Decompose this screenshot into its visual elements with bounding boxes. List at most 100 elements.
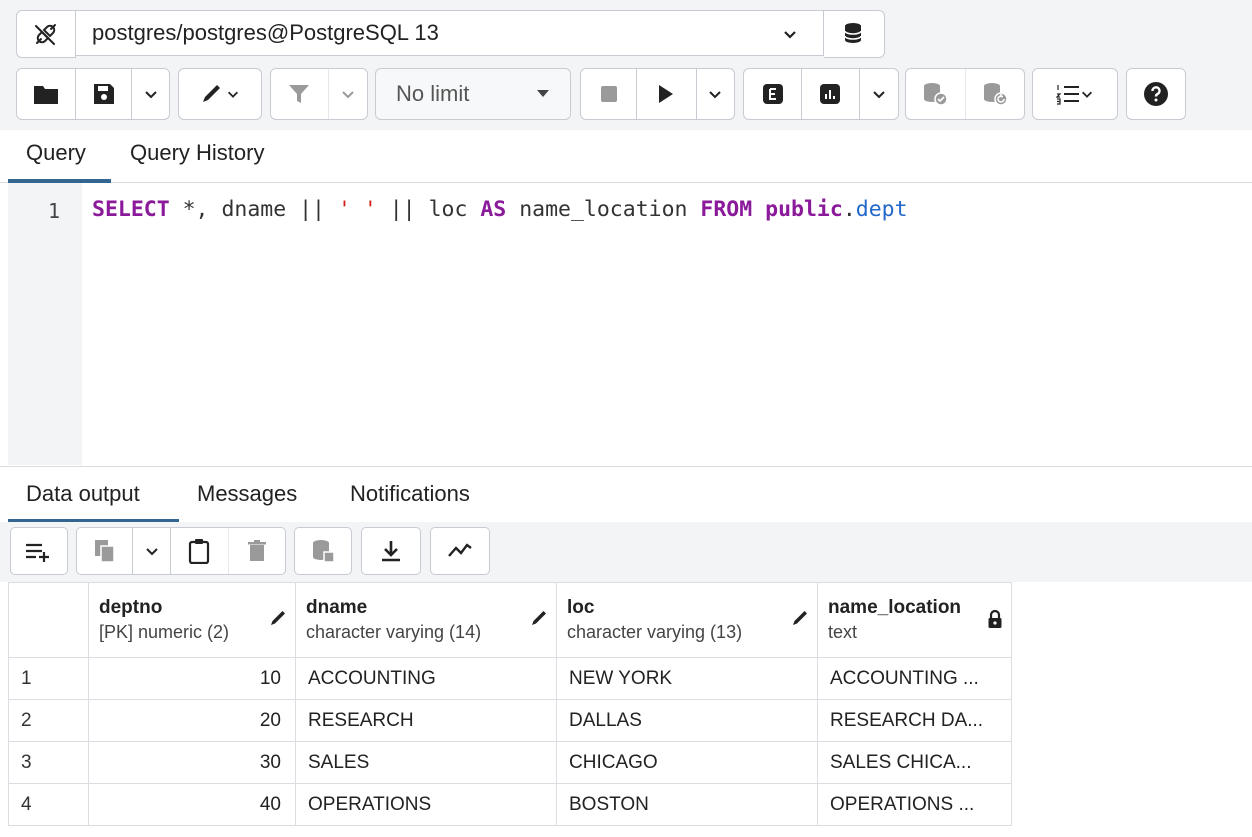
cell-deptno[interactable]: 20 bbox=[88, 699, 296, 742]
keyword-as: AS bbox=[480, 197, 507, 222]
tab-query[interactable]: Query bbox=[26, 140, 86, 166]
save-icon bbox=[93, 84, 114, 104]
help-icon bbox=[1144, 82, 1168, 106]
edit-button-group bbox=[178, 68, 262, 120]
grid-header-row: deptno [PK] numeric (2) dname character … bbox=[8, 582, 1012, 658]
cell-name-location[interactable]: ACCOUNTING ... bbox=[817, 657, 1012, 700]
delete-row-button[interactable] bbox=[227, 528, 285, 574]
execute-button[interactable] bbox=[636, 69, 695, 119]
cell-dname[interactable]: OPERATIONS bbox=[295, 783, 557, 826]
chevron-down-icon bbox=[146, 548, 158, 556]
tab-notifications[interactable]: Notifications bbox=[350, 481, 470, 507]
connection-select[interactable]: postgres/postgres@PostgreSQL 13 bbox=[76, 10, 824, 56]
commit-button[interactable] bbox=[906, 69, 965, 119]
column-header-loc[interactable]: loc character varying (13) bbox=[556, 582, 818, 658]
copy-paste-group bbox=[76, 527, 286, 575]
add-row-button[interactable] bbox=[10, 527, 68, 575]
column-header-deptno[interactable]: deptno [PK] numeric (2) bbox=[88, 582, 296, 658]
explain-analyze-button[interactable] bbox=[801, 69, 858, 119]
add-row-icon bbox=[26, 543, 49, 562]
help-button[interactable] bbox=[1127, 69, 1185, 119]
query-tabs: Query Query History bbox=[0, 130, 1252, 183]
cell-dname[interactable]: SALES bbox=[295, 741, 557, 784]
results-grid: deptno [PK] numeric (2) dname character … bbox=[8, 582, 1012, 826]
macros-menu-button[interactable] bbox=[1033, 69, 1117, 119]
new-connection-button[interactable] bbox=[824, 10, 885, 58]
connection-bar: postgres/postgres@PostgreSQL 13 bbox=[16, 10, 885, 58]
cell-loc[interactable]: CHICAGO bbox=[556, 741, 818, 784]
graph-visualiser-button[interactable] bbox=[430, 527, 490, 575]
disconnected-plug-icon bbox=[35, 24, 56, 45]
save-options-dropdown[interactable] bbox=[131, 69, 169, 119]
stop-button[interactable] bbox=[581, 69, 636, 119]
explain-icon bbox=[762, 84, 783, 104]
cell-name-location[interactable]: OPERATIONS ... bbox=[817, 783, 1012, 826]
row-number: 1 bbox=[8, 657, 89, 700]
cell-deptno[interactable]: 40 bbox=[88, 783, 296, 826]
cell-deptno[interactable]: 30 bbox=[88, 741, 296, 784]
clipboard-icon bbox=[189, 539, 210, 564]
add-row-icon-wrap bbox=[11, 528, 67, 574]
cell-loc[interactable]: BOSTON bbox=[556, 783, 818, 826]
column-header-dname[interactable]: dname character varying (14) bbox=[295, 582, 557, 658]
connection-status-button[interactable] bbox=[16, 10, 76, 58]
explain-options-dropdown[interactable] bbox=[858, 69, 899, 119]
download-button[interactable] bbox=[361, 527, 421, 575]
cell-dname[interactable]: RESEARCH bbox=[295, 699, 557, 742]
pencil-icon bbox=[271, 611, 285, 625]
row-limit-select[interactable]: No limit bbox=[375, 68, 571, 120]
data-output-toolbar bbox=[0, 522, 1252, 582]
line-chart-icon bbox=[448, 543, 472, 557]
save-file-button[interactable] bbox=[75, 69, 131, 119]
row-number: 4 bbox=[8, 783, 89, 826]
tab-data-output[interactable]: Data output bbox=[26, 481, 140, 507]
schema-name: public bbox=[765, 197, 843, 222]
cell-loc[interactable]: NEW YORK bbox=[556, 657, 818, 700]
code-text: || loc bbox=[376, 197, 481, 222]
paste-button[interactable] bbox=[170, 528, 227, 574]
copy-button[interactable] bbox=[77, 528, 132, 574]
rollback-button[interactable] bbox=[964, 69, 1024, 119]
database-rollback-icon bbox=[983, 83, 1008, 106]
tab-query-history[interactable]: Query History bbox=[130, 140, 264, 166]
table-row[interactable]: 2 20 RESEARCH DALLAS RESEARCH DA... bbox=[8, 699, 1012, 742]
open-file-button[interactable] bbox=[17, 69, 75, 119]
save-data-button[interactable] bbox=[294, 527, 352, 575]
cell-name-location[interactable]: SALES CHICA... bbox=[817, 741, 1012, 784]
cell-deptno[interactable]: 10 bbox=[88, 657, 296, 700]
execute-button-group bbox=[580, 68, 735, 120]
column-type: text bbox=[828, 622, 858, 642]
cell-loc[interactable]: DALLAS bbox=[556, 699, 818, 742]
table-row[interactable]: 1 10 ACCOUNTING NEW YORK ACCOUNTING ... bbox=[8, 657, 1012, 700]
explain-button[interactable] bbox=[744, 69, 801, 119]
chevron-down-icon bbox=[873, 91, 885, 99]
filter-dropdown[interactable] bbox=[327, 69, 367, 119]
chevron-down-icon bbox=[228, 91, 238, 98]
execute-options-dropdown[interactable] bbox=[695, 69, 735, 119]
row-limit-value: No limit bbox=[376, 69, 570, 119]
table-row[interactable]: 3 30 SALES CHICAGO SALES CHICA... bbox=[8, 741, 1012, 784]
pencil-icon bbox=[793, 611, 807, 625]
sql-code-line: SELECT *, dname || ' ' || loc AS name_lo… bbox=[92, 197, 908, 222]
line-number-gutter: 1 bbox=[8, 183, 82, 465]
tab-messages[interactable]: Messages bbox=[197, 481, 297, 507]
chevron-down-icon bbox=[781, 23, 799, 49]
folder-icon bbox=[34, 86, 58, 104]
column-header-name-location[interactable]: name_location text bbox=[817, 582, 1012, 658]
chevron-down-icon bbox=[709, 91, 721, 99]
row-number-header[interactable] bbox=[8, 582, 89, 658]
database-save-icon bbox=[313, 540, 335, 563]
column-name: dname bbox=[306, 597, 368, 618]
chevron-down-icon bbox=[342, 91, 354, 99]
chevron-down-icon bbox=[1082, 91, 1092, 98]
edit-menu-button[interactable] bbox=[179, 69, 261, 119]
connection-label: postgres/postgres@PostgreSQL 13 bbox=[92, 20, 439, 45]
sql-editor[interactable]: 1 SELECT *, dname || ' ' || loc AS name_… bbox=[8, 183, 1252, 465]
cell-dname[interactable]: ACCOUNTING bbox=[295, 657, 557, 700]
table-row[interactable]: 4 40 OPERATIONS BOSTON OPERATIONS ... bbox=[8, 783, 1012, 826]
stop-icon bbox=[600, 86, 617, 102]
copy-options-dropdown[interactable] bbox=[132, 528, 170, 574]
cell-name-location[interactable]: RESEARCH DA... bbox=[817, 699, 1012, 742]
filter-button[interactable] bbox=[271, 69, 328, 119]
